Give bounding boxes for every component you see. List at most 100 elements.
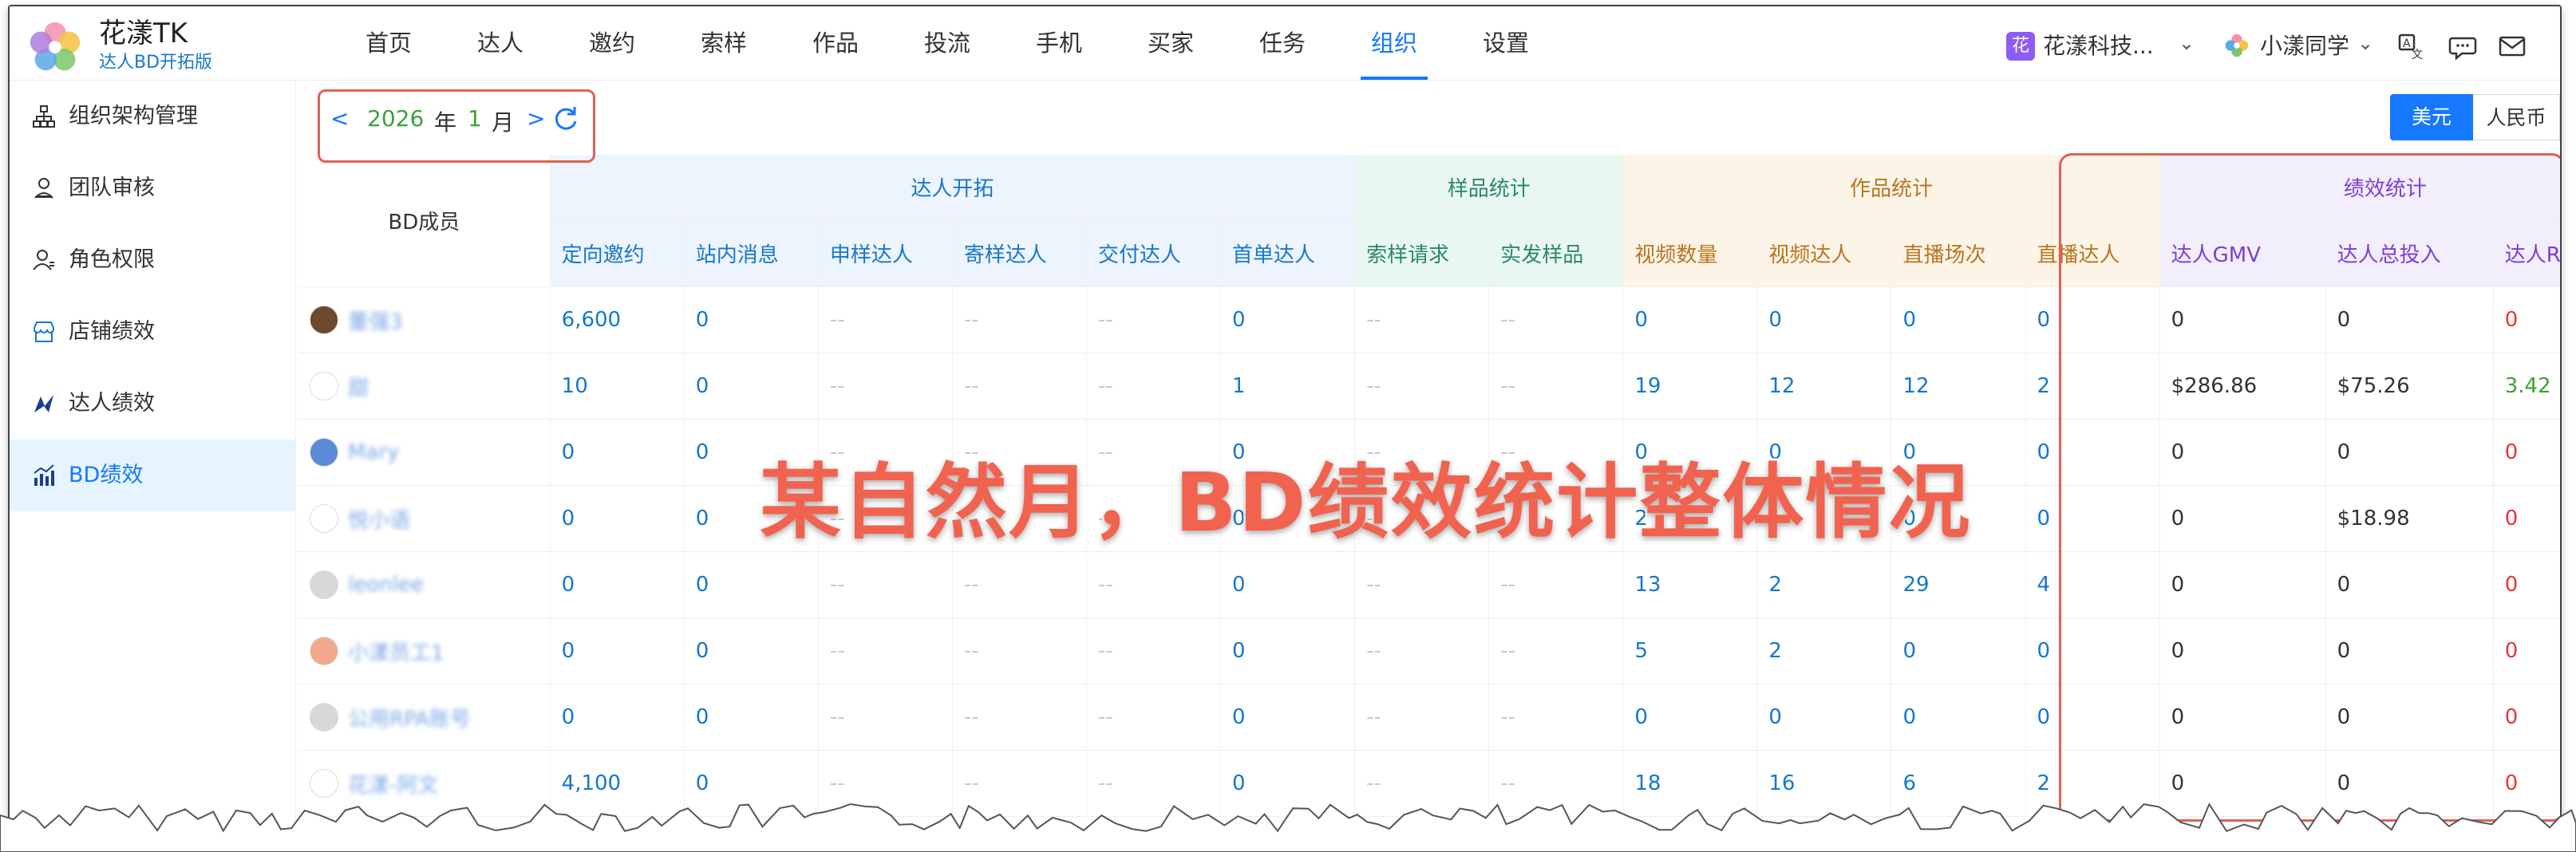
translate-icon[interactable]: A 文: [2397, 32, 2426, 61]
user-avatar[interactable]: [2222, 30, 2252, 61]
nav-creators[interactable]: 达人: [444, 6, 556, 80]
table-cell[interactable]: --: [1354, 684, 1490, 751]
table-cell[interactable]: --: [1086, 286, 1222, 353]
table-cell[interactable]: 0: [1622, 286, 1758, 353]
sidebar-item-roles[interactable]: 角色权限: [10, 224, 295, 296]
table-cell[interactable]: 0: [1891, 617, 2026, 684]
nav-buyers[interactable]: 买家: [1115, 6, 1227, 80]
member-name[interactable]: 小漾员工1: [348, 641, 444, 665]
column-header[interactable]: 交付达人: [1086, 219, 1222, 287]
sidebar-item-shop-performance[interactable]: 店铺绩效: [10, 296, 295, 368]
table-cell[interactable]: --: [1086, 353, 1222, 420]
nav-organization[interactable]: 组织: [1338, 6, 1450, 80]
table-cell[interactable]: --: [818, 684, 953, 751]
table-cell[interactable]: 10: [550, 353, 685, 420]
table-cell[interactable]: --: [1086, 684, 1222, 751]
table-cell[interactable]: --: [1488, 286, 1624, 353]
nav-ads[interactable]: 投流: [891, 6, 1003, 80]
table-cell[interactable]: --: [952, 353, 1087, 420]
sidebar-item-creator-performance[interactable]: 达人绩效: [10, 368, 295, 440]
column-header[interactable]: 实发样品: [1488, 219, 1624, 287]
table-cell[interactable]: 2: [1756, 551, 1892, 618]
table-cell[interactable]: 12: [1891, 353, 2026, 420]
table-cell[interactable]: 0: [550, 551, 685, 618]
member-name[interactable]: 甜: [348, 377, 369, 400]
table-cell[interactable]: --: [1488, 617, 1624, 684]
table-cell[interactable]: 0: [684, 551, 819, 618]
column-header[interactable]: 站内消息: [684, 219, 819, 287]
table-cell[interactable]: 0: [550, 684, 685, 751]
table-cell[interactable]: 0: [684, 617, 819, 684]
column-header[interactable]: 定向邀约: [550, 219, 685, 287]
nav-invites[interactable]: 邀约: [556, 6, 668, 80]
table-cell[interactable]: --: [818, 551, 953, 618]
org-chevron-down-icon[interactable]: ⌄: [2179, 32, 2195, 54]
table-cell[interactable]: 0: [1220, 617, 1356, 684]
table-cell[interactable]: --: [1354, 617, 1490, 684]
table-cell[interactable]: 0: [1220, 286, 1356, 353]
table-cell[interactable]: 0: [684, 353, 819, 420]
sidebar-item-bd-performance[interactable]: BD绩效: [10, 440, 295, 511]
column-header[interactable]: 申样达人: [818, 219, 953, 287]
table-cell[interactable]: --: [1354, 353, 1490, 420]
nav-home[interactable]: 首页: [333, 6, 444, 80]
table-cell[interactable]: 0: [684, 684, 819, 751]
table-cell[interactable]: 0: [1220, 551, 1356, 618]
table-cell[interactable]: --: [1354, 286, 1490, 353]
member-name[interactable]: 董强3: [348, 310, 403, 334]
table-cell[interactable]: --: [952, 286, 1087, 353]
org-name[interactable]: 花漾科技...: [2043, 29, 2154, 61]
table-cell[interactable]: --: [952, 617, 1087, 684]
column-header[interactable]: 索样请求: [1354, 219, 1490, 287]
currency-usd-button[interactable]: 美元: [2390, 94, 2473, 140]
table-cell[interactable]: --: [1488, 684, 1624, 751]
table-cell[interactable]: --: [952, 684, 1087, 751]
table-cell[interactable]: 0: [550, 617, 685, 684]
nav-tasks[interactable]: 任务: [1227, 6, 1338, 80]
table-cell[interactable]: 0: [1756, 684, 1892, 751]
nav-settings[interactable]: 设置: [1450, 6, 1562, 80]
sidebar-item-org-structure[interactable]: 组织架构管理: [10, 81, 295, 152]
table-cell[interactable]: 6,600: [550, 286, 685, 353]
user-chevron-down-icon[interactable]: ⌄: [2357, 32, 2373, 54]
table-cell[interactable]: 12: [1756, 353, 1892, 420]
member-name[interactable]: leonlee: [348, 573, 424, 597]
table-cell[interactable]: --: [818, 617, 953, 684]
table-cell[interactable]: 0: [1756, 286, 1892, 353]
table-cell[interactable]: 13: [1622, 551, 1758, 618]
nav-samples[interactable]: 索样: [668, 6, 780, 80]
table-cell[interactable]: 0: [550, 419, 685, 486]
column-header[interactable]: 直播场次: [1891, 219, 2026, 287]
table-cell[interactable]: --: [818, 353, 953, 420]
table-cell[interactable]: --: [1086, 617, 1222, 684]
user-name[interactable]: 小漾同学: [2260, 29, 2349, 61]
table-cell[interactable]: 5: [1622, 617, 1758, 684]
column-header[interactable]: 寄样达人: [952, 219, 1087, 287]
table-cell[interactable]: 0: [1622, 684, 1758, 751]
table-cell[interactable]: 0: [684, 286, 819, 353]
table-cell[interactable]: --: [1086, 551, 1222, 618]
table-cell[interactable]: --: [1354, 551, 1490, 618]
table-cell[interactable]: 0: [1891, 286, 2026, 353]
table-cell[interactable]: --: [952, 551, 1087, 618]
org-badge[interactable]: 花: [2006, 32, 2035, 61]
table-cell[interactable]: 0: [1220, 684, 1356, 751]
nav-works[interactable]: 作品: [780, 6, 891, 80]
table-cell[interactable]: 1: [1220, 353, 1356, 420]
table-cell[interactable]: 29: [1891, 551, 2026, 618]
table-cell[interactable]: --: [1488, 353, 1624, 420]
currency-rmb-button[interactable]: 人民币: [2473, 94, 2560, 140]
table-cell[interactable]: --: [818, 286, 953, 353]
sidebar-item-team-review[interactable]: 团队审核: [10, 152, 295, 224]
member-name[interactable]: 悦小语: [348, 509, 410, 533]
column-header[interactable]: 视频达人: [1756, 219, 1892, 287]
message-icon[interactable]: [2448, 32, 2477, 61]
table-cell[interactable]: 0: [1891, 684, 2026, 751]
mail-icon[interactable]: [2498, 32, 2527, 61]
table-cell[interactable]: --: [1488, 551, 1624, 618]
member-name[interactable]: Mary: [348, 440, 399, 464]
column-header[interactable]: 首单达人: [1220, 219, 1356, 287]
table-cell[interactable]: 0: [550, 485, 685, 552]
member-name[interactable]: 公用RPA账号: [348, 708, 471, 732]
table-cell[interactable]: 19: [1622, 353, 1758, 420]
